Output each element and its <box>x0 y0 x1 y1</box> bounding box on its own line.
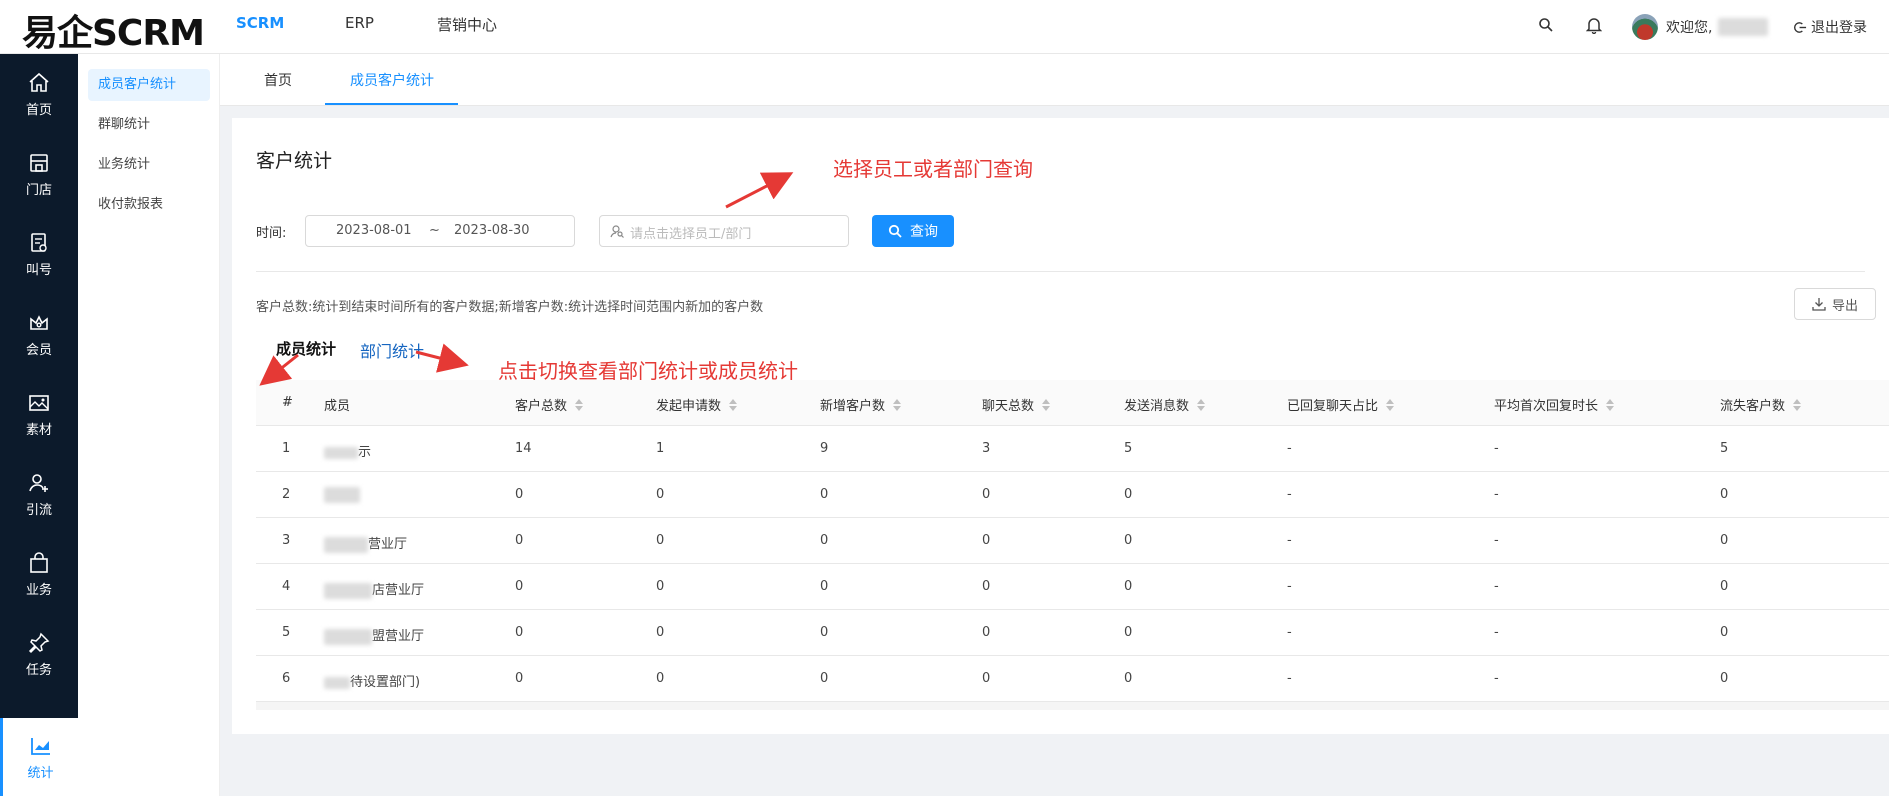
member-name: 示 <box>324 441 371 460</box>
date-separator: ~ <box>429 223 440 238</box>
search-icon <box>888 224 902 238</box>
col-avg-first-reply[interactable]: 平均首次回复时长 <box>1494 395 1615 414</box>
user-menu[interactable]: 欢迎您, <box>1632 14 1769 40</box>
subnav-payment-report[interactable]: 收付款报表 <box>88 189 210 221</box>
queue-icon <box>31 232 47 252</box>
member-name <box>324 487 360 503</box>
topnav-marketing[interactable]: 营销中心 <box>437 14 497 35</box>
pin-icon <box>28 632 50 653</box>
sort-icon <box>575 398 584 411</box>
table-row: 5 盟营业厅 0 0 0 0 0 - - 0 <box>256 610 1889 656</box>
sort-icon <box>729 398 738 411</box>
export-button[interactable]: 导出 <box>1794 288 1876 320</box>
sub-sidebar: 成员客户统计 群聊统计 业务统计 收付款报表 <box>78 54 220 796</box>
bell-icon[interactable] <box>1586 16 1602 34</box>
switch-member-stats[interactable]: 成员统计 <box>276 338 336 359</box>
nav-queue[interactable]: 叫号 <box>0 214 78 294</box>
nav-material[interactable]: 素材 <box>0 374 78 454</box>
col-chat-total[interactable]: 聊天总数 <box>982 395 1051 414</box>
search-icon[interactable] <box>1538 17 1554 33</box>
subnav-group-chat-stats[interactable]: 群聊统计 <box>88 109 210 141</box>
col-sent-messages[interactable]: 发送消息数 <box>1124 395 1206 414</box>
table-header: # 成员 客户总数 发起申请数 新增客户数 聊天总数 发送消息数 已回复聊天占比… <box>256 380 1889 426</box>
stats-card: 客户统计 时间: 2023-08-01 ~ 2023-08-30 请点击选择员工… <box>232 118 1889 734</box>
subnav-member-stats[interactable]: 成员客户统计 <box>88 69 210 101</box>
tab-home[interactable]: 首页 <box>264 70 292 90</box>
username-redacted <box>1718 18 1769 36</box>
bag-icon <box>30 551 48 573</box>
table-row: 3 营业厅 0 0 0 0 0 - - 0 <box>256 518 1889 564</box>
tab-active-indicator <box>325 103 458 105</box>
member-name: 待设置部门) <box>324 671 420 690</box>
user-search-icon <box>610 225 624 238</box>
nav-task[interactable]: 任务 <box>0 614 78 694</box>
home-icon <box>29 72 49 92</box>
divider <box>256 271 1865 272</box>
col-total-customers[interactable]: 客户总数 <box>515 395 584 414</box>
welcome-text: 欢迎您, <box>1666 20 1713 36</box>
stats-description: 客户总数:统计到结束时间所有的客户数据;新增客户数:统计选择时间范围内新加的客户… <box>256 300 764 315</box>
sort-icon <box>1793 398 1802 411</box>
page-title: 客户统计 <box>256 150 333 172</box>
sort-icon <box>1042 398 1051 411</box>
switch-dept-stats[interactable]: 部门统计 <box>360 338 424 362</box>
date-range-picker[interactable]: 2023-08-01 ~ 2023-08-30 <box>305 215 575 247</box>
avatar <box>1632 14 1658 40</box>
member-name: 营业厅 <box>324 533 407 553</box>
chart-icon <box>30 737 50 755</box>
nav-statistics[interactable]: 统计 <box>0 718 78 796</box>
member-name: 盟营业厅 <box>324 625 424 645</box>
download-icon <box>1812 298 1826 311</box>
nav-home[interactable]: 首页 <box>0 54 78 134</box>
col-apply-count[interactable]: 发起申请数 <box>656 395 738 414</box>
time-label: 时间: <box>256 226 287 241</box>
nav-business[interactable]: 业务 <box>0 534 78 614</box>
sort-icon <box>893 398 902 411</box>
table-row: 4 店营业厅 0 0 0 0 0 - - 0 <box>256 564 1889 610</box>
annotation-select: 选择员工或者部门查询 <box>833 157 1033 181</box>
nav-store[interactable]: 门店 <box>0 134 78 214</box>
crown-icon <box>30 314 48 330</box>
top-header: 易企SCRM SCRM ERP 营销中心 欢迎您, 退出登录 <box>0 0 1889 54</box>
annotation-switch: 点击切换查看部门统计或成员统计 <box>498 359 798 383</box>
member-name: 店营业厅 <box>324 579 424 599</box>
sort-icon <box>1197 398 1206 411</box>
col-index: # <box>282 395 293 410</box>
table-row: 2 0 0 0 0 0 - - 0 <box>256 472 1889 518</box>
page-tabs: 首页 成员客户统计 <box>220 54 1889 106</box>
staff-dept-picker[interactable]: 请点击选择员工/部门 <box>599 215 849 247</box>
subnav-business-stats[interactable]: 业务统计 <box>88 149 210 181</box>
logout-icon <box>1794 21 1807 33</box>
col-lost-customers[interactable]: 流失客户数 <box>1720 395 1802 414</box>
query-button[interactable]: 查询 <box>872 215 954 247</box>
sort-icon <box>1606 398 1615 411</box>
col-member: 成员 <box>324 399 351 414</box>
table-row: 6 待设置部门) 0 0 0 0 0 - - 0 <box>256 656 1889 702</box>
tab-member-stats[interactable]: 成员客户统计 <box>350 70 434 90</box>
col-reply-ratio[interactable]: 已回复聊天占比 <box>1287 395 1395 414</box>
nav-member[interactable]: 会员 <box>0 294 78 374</box>
picker-placeholder: 请点击选择员工/部门 <box>630 227 752 242</box>
date-end: 2023-08-30 <box>454 223 530 238</box>
table-row: 1 示 14 1 9 3 5 - - 5 <box>256 426 1889 472</box>
topnav-erp[interactable]: ERP <box>345 14 374 32</box>
table-scrollbar[interactable] <box>256 702 1889 710</box>
topnav-scrm[interactable]: SCRM <box>236 14 284 32</box>
image-icon <box>29 394 49 411</box>
add-user-icon <box>29 473 48 492</box>
col-new-customers[interactable]: 新增客户数 <box>820 395 902 414</box>
app-logo: 易企SCRM <box>22 13 205 54</box>
store-icon <box>30 153 48 172</box>
logout-button[interactable]: 退出登录 <box>1794 17 1867 37</box>
sort-icon <box>1386 398 1395 411</box>
main-sidebar: 首页 门店 叫号 会员 素材 引流 业务 任务 <box>0 54 78 718</box>
date-start: 2023-08-01 <box>336 223 412 238</box>
nav-traffic[interactable]: 引流 <box>0 454 78 534</box>
